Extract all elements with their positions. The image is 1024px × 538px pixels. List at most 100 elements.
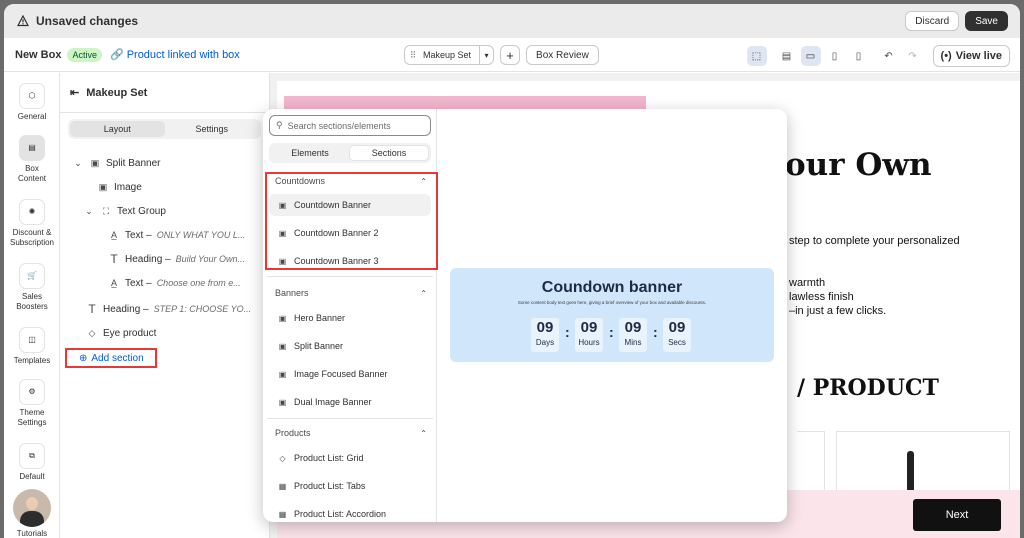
- rail-item-tutorials[interactable]: Tutorials: [4, 489, 60, 538]
- layout-sidebar: ⇤ Makeup Set Layout Settings ⌄ ▣ Split B…: [60, 73, 270, 538]
- tab-layout[interactable]: Layout: [70, 121, 165, 137]
- tree-item-text-2[interactable]: A̲ Text – Choose one from e...: [108, 275, 241, 291]
- view-live-button[interactable]: (•) View live: [932, 45, 1010, 67]
- preview-text-1: step to complete your personalized: [789, 235, 960, 247]
- rail-item-sales-boosters[interactable]: 🛒 Sales Boosters: [4, 263, 60, 312]
- countdown-unit: Mins: [624, 338, 642, 347]
- tree-item-split-banner[interactable]: ⌄ ▣ Split Banner: [72, 155, 160, 171]
- desktop-view-icon[interactable]: ▭: [800, 46, 821, 66]
- preview-heading: our Own: [785, 147, 932, 183]
- tree-label: Heading –: [125, 253, 171, 265]
- chevron-up-icon: ⌃: [420, 288, 427, 298]
- tab-sections[interactable]: Sections: [349, 145, 429, 161]
- group-icon: ⛶: [102, 205, 110, 216]
- set-select[interactable]: ⠿ Makeup Set ▾: [404, 45, 495, 65]
- list-item-product-list-accordion[interactable]: ▦ Product List: Accordion: [269, 503, 431, 522]
- countdown-banner-preview: Coundown banner Some content body text g…: [450, 268, 774, 362]
- tree-label: Split Banner: [106, 157, 161, 169]
- preview-line: lawless finish: [789, 291, 854, 303]
- tab-elements[interactable]: Elements: [271, 145, 349, 161]
- list-item-label: Hero Banner: [294, 313, 346, 323]
- redo-icon[interactable]: ↷: [902, 46, 923, 66]
- tab-settings[interactable]: Settings: [165, 121, 260, 137]
- tree-label: Text Group: [117, 205, 166, 217]
- rail-label: Sales Boosters: [16, 292, 48, 311]
- list-item-label: Split Banner: [294, 341, 344, 351]
- list-item-split-banner[interactable]: ▣ Split Banner: [269, 335, 431, 357]
- status-badge: Active: [67, 47, 102, 62]
- countdown-unit: Hours: [578, 338, 600, 347]
- rail-item-templates[interactable]: ◫ Templates: [4, 327, 60, 366]
- tree-sublabel: ONLY WHAT YOU L...: [156, 230, 246, 240]
- drag-handle-icon: ⠿: [409, 49, 417, 60]
- tree-label: Text –: [125, 277, 152, 289]
- list-item-label: Dual Image Banner: [294, 397, 372, 407]
- add-section-label: Add section: [91, 352, 144, 364]
- box-name: New Box: [15, 48, 62, 61]
- avatar: [13, 489, 51, 527]
- chevron-down-icon: ⌄: [85, 205, 93, 216]
- group-header-products[interactable]: Products ⌃: [275, 426, 427, 440]
- tree-item-text-1[interactable]: A̲ Text – ONLY WHAT YOU L...: [108, 227, 245, 243]
- product-image: [907, 451, 914, 491]
- tree-item-heading-1[interactable]: T Heading – Build Your Own...: [108, 251, 245, 267]
- box-icon: ⧉: [19, 443, 45, 469]
- list-item-image-focused-banner[interactable]: ▣ Image Focused Banner: [269, 363, 431, 385]
- colon: :: [609, 324, 614, 340]
- cube-icon: ⬡: [19, 83, 45, 109]
- rail-item-box-content[interactable]: ▤ Box Content: [4, 135, 60, 184]
- banner-title: Coundown banner: [541, 279, 683, 296]
- list-item-label: Product List: Grid: [294, 453, 364, 463]
- list-item-label: Product List: Accordion: [294, 509, 387, 519]
- undo-icon[interactable]: ↶: [878, 46, 899, 66]
- group-header-banners[interactable]: Banners ⌃: [275, 286, 427, 300]
- layout-icon[interactable]: ▤: [776, 46, 797, 66]
- rail-label: Tutorials: [16, 529, 48, 538]
- tree-item-text-group[interactable]: ⌄ ⛶ Text Group: [83, 203, 166, 219]
- mobile-view-icon[interactable]: ▯: [848, 46, 869, 66]
- rail-item-general[interactable]: ⬡ General: [4, 83, 60, 122]
- rail-item-theme-settings[interactable]: ⚙ Theme Settings: [4, 379, 60, 428]
- rail-label: Discount & Subscription: [9, 228, 55, 247]
- rail-label: Default: [19, 472, 45, 481]
- list-item-label: Image Focused Banner: [294, 369, 388, 379]
- save-button[interactable]: Save: [965, 11, 1008, 31]
- tree-sublabel: STEP 1: CHOOSE YO...: [153, 304, 252, 314]
- set-select-label: Makeup Set: [423, 50, 472, 60]
- list-item-dual-image-banner[interactable]: ▣ Dual Image Banner: [269, 391, 431, 413]
- list-item-product-list-tabs[interactable]: ▦ Product List: Tabs: [269, 475, 431, 497]
- list-item-hero-banner[interactable]: ▣ Hero Banner: [269, 307, 431, 329]
- app-window: Unsaved changes Discard Save New Box Act…: [4, 4, 1020, 538]
- image-icon: ▣: [278, 341, 287, 351]
- tree-sublabel: Choose one from e...: [156, 278, 241, 288]
- broadcast-icon: (•): [940, 50, 952, 62]
- search-icon: ⚲: [276, 120, 283, 130]
- colon: :: [565, 324, 570, 340]
- add-section-button[interactable]: ⊕ Add section: [65, 348, 157, 368]
- discount-icon: ✺: [19, 199, 45, 225]
- tree-item-image[interactable]: ▣ Image: [97, 179, 142, 195]
- tablet-view-icon[interactable]: ▯: [824, 46, 845, 66]
- image-icon: ▣: [98, 181, 108, 192]
- box-review-button[interactable]: Box Review: [526, 45, 599, 65]
- tree-item-heading-2[interactable]: T Heading – STEP 1: CHOOSE YO...: [86, 301, 251, 317]
- rail-item-discount[interactable]: ✺ Discount & Subscription: [4, 199, 60, 248]
- rail-item-default[interactable]: ⧉ Default: [4, 443, 60, 482]
- countdown-days: 09 Days: [531, 318, 559, 352]
- back-icon[interactable]: ⇤: [70, 86, 79, 99]
- select-element-icon[interactable]: ⬚: [746, 46, 767, 66]
- add-set-button[interactable]: +: [500, 45, 521, 65]
- warning-icon: [16, 14, 30, 28]
- discard-button[interactable]: Discard: [905, 11, 960, 31]
- next-button[interactable]: Next: [913, 499, 1001, 531]
- link-icon: 🔗: [109, 49, 124, 61]
- chevron-down-icon: ▾: [479, 46, 493, 64]
- list-item-product-list-grid[interactable]: ◇ Product List: Grid: [269, 447, 431, 469]
- product-card[interactable]: [836, 431, 1010, 497]
- heading-icon: T: [88, 302, 96, 316]
- product-link[interactable]: 🔗 Product linked with box: [109, 48, 240, 62]
- search-input[interactable]: ⚲ Search sections/elements: [269, 115, 431, 136]
- countdown-number: 09: [580, 319, 598, 336]
- tree-item-eye-product[interactable]: ◇ Eye product: [86, 325, 157, 341]
- product-card[interactable]: [797, 431, 825, 497]
